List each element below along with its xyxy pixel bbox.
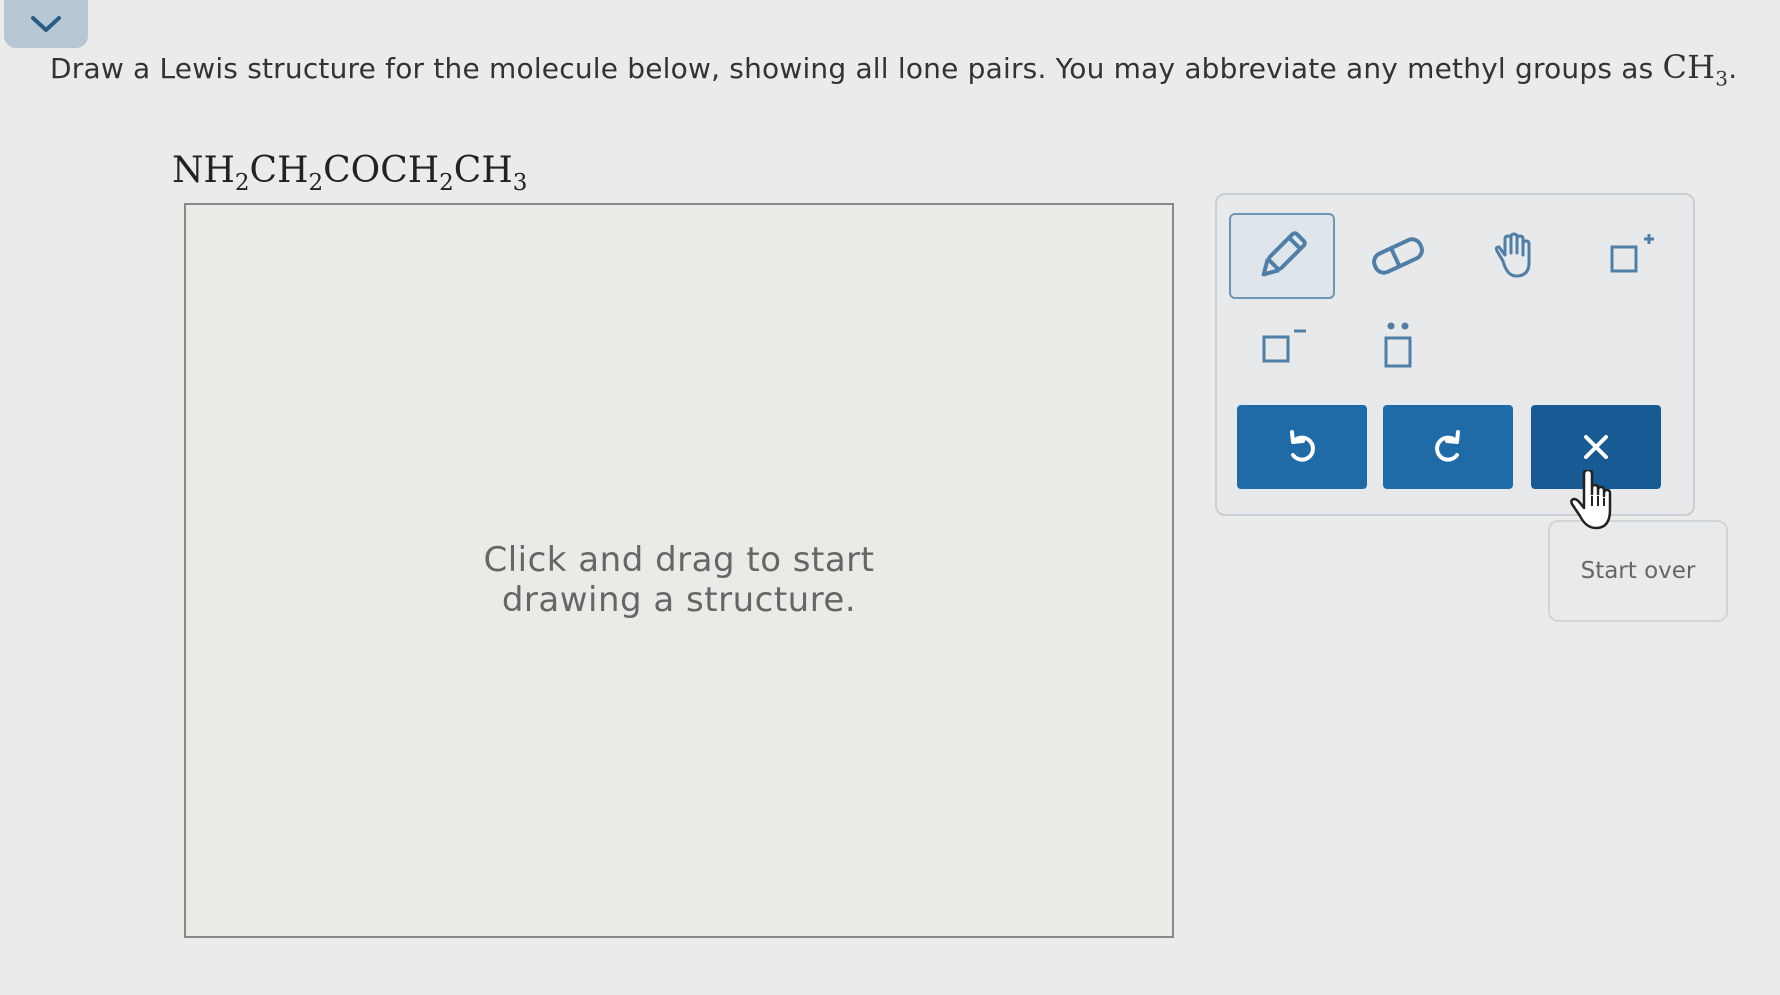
move-tool[interactable] [1461,213,1567,299]
hand-icon [1494,232,1531,278]
positive-charge-icon [1610,234,1654,273]
positive-charge-tool[interactable] [1577,213,1683,299]
eraser-icon [1372,237,1424,275]
pointer-hand-icon [1570,470,1612,530]
pencil-icon [1261,231,1307,277]
question-text: Draw a Lewis structure for the molecule … [50,48,1738,91]
undo-icon [1290,430,1315,462]
negative-charge-icon [1262,329,1306,363]
clear-icon [1584,435,1608,459]
undo-button[interactable] [1237,405,1367,489]
question-prompt: Draw a Lewis structure for the molecule … [50,52,1654,85]
canvas-hint: Click and drag to start drawing a struct… [483,540,875,620]
collapse-toggle[interactable] [4,0,88,48]
drawing-toolbar [1215,193,1695,516]
drawing-canvas[interactable]: Click and drag to start drawing a struct… [184,203,1174,938]
methyl-formula: CH3 [1662,48,1729,91]
lone-pair-tool[interactable] [1345,303,1451,389]
eraser-tool[interactable] [1345,213,1451,299]
lone-pair-icon [1384,322,1412,368]
chevron-down-icon [31,16,61,32]
redo-icon [1435,430,1460,462]
pencil-tool[interactable] [1229,213,1335,299]
redo-button[interactable] [1383,405,1513,489]
negative-charge-tool[interactable] [1229,303,1335,389]
molecule-formula: NH2CH2COCH2CH3 [172,150,528,197]
start-over-label: Start over [1580,558,1696,584]
